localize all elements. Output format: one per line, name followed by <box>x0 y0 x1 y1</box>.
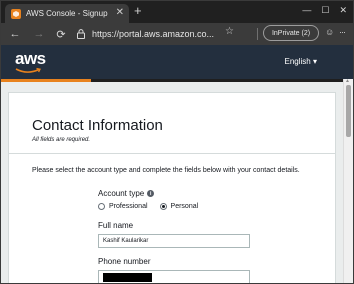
info-icon[interactable]: i <box>147 190 155 197</box>
address-bar[interactable]: https://portal.aws.amazon.co... <box>75 26 235 42</box>
radio-option-professional[interactable]: Professional <box>98 203 148 210</box>
maximize-icon[interactable]: ☐ <box>321 3 329 17</box>
contact-info-card: Contact Information All fields are requi… <box>8 92 336 283</box>
account-type-radio-group: Professional Personal <box>98 203 210 210</box>
aws-favicon-icon <box>11 8 21 19</box>
toolbar-divider <box>257 28 258 40</box>
address-toolbar: ← → ⟳ https://portal.aws.amazon.co... ☆ … <box>1 23 353 45</box>
close-window-icon[interactable]: ✕ <box>339 3 347 17</box>
radio-professional[interactable] <box>98 203 105 210</box>
required-note: All fields are required. <box>32 137 91 143</box>
minimize-icon[interactable]: — <box>302 3 311 17</box>
radio-personal[interactable] <box>159 203 167 210</box>
tab-aws-signup[interactable]: AWS Console - Signup ✕ <box>5 4 129 23</box>
forward-icon[interactable]: → <box>31 28 47 40</box>
instructions-text: Please select the account type and compl… <box>32 167 300 174</box>
aws-header: aws English ▾ <box>1 45 353 79</box>
full-name-label: Full name <box>98 221 134 230</box>
aws-smile-icon <box>15 67 41 73</box>
tab-close-icon[interactable]: ✕ <box>116 7 124 19</box>
card-divider <box>9 153 335 154</box>
tab-strip: AWS Console - Signup ✕ + — ☐ ✕ <box>1 1 353 23</box>
page-title: Contact Information <box>32 117 163 134</box>
url-text: https://portal.aws.amazon.co... <box>92 29 215 39</box>
language-selector[interactable]: English ▾ <box>285 57 317 66</box>
phone-number-label: Phone number <box>98 257 151 266</box>
new-tab-icon[interactable]: + <box>134 4 142 18</box>
back-icon[interactable]: ← <box>7 28 23 40</box>
lock-icon <box>77 29 85 39</box>
feedback-icon[interactable]: ☺ <box>325 27 334 37</box>
radio-professional-label: Professional <box>109 203 148 210</box>
page-content: Contact Information All fields are requi… <box>1 82 343 283</box>
window-controls: — ☐ ✕ <box>302 3 347 17</box>
tab-title: AWS Console - Signup <box>26 9 108 18</box>
redacted-phone-value <box>103 272 152 282</box>
more-menu-icon[interactable]: ··· <box>339 27 346 37</box>
scroll-thumb[interactable] <box>346 85 351 137</box>
refresh-icon[interactable]: ⟳ <box>53 28 69 41</box>
favorite-star-icon[interactable]: ☆ <box>225 26 234 37</box>
aws-logo[interactable]: aws <box>15 49 46 69</box>
page-scrollbar[interactable]: ▲ <box>343 78 353 283</box>
phone-number-input[interactable] <box>98 270 250 283</box>
browser-window: AWS Console - Signup ✕ + — ☐ ✕ ← → ⟳ htt… <box>0 0 354 284</box>
account-type-label: Account type i <box>98 189 155 198</box>
radio-option-personal[interactable]: Personal <box>159 203 199 210</box>
full-name-input[interactable]: Kashif Kaularikar <box>98 234 250 248</box>
radio-personal-label: Personal <box>170 203 199 210</box>
scroll-up-icon[interactable]: ▲ <box>345 78 350 84</box>
account-type-label-text: Account type <box>98 189 145 198</box>
inprivate-button[interactable]: InPrivate (2) <box>263 25 319 41</box>
